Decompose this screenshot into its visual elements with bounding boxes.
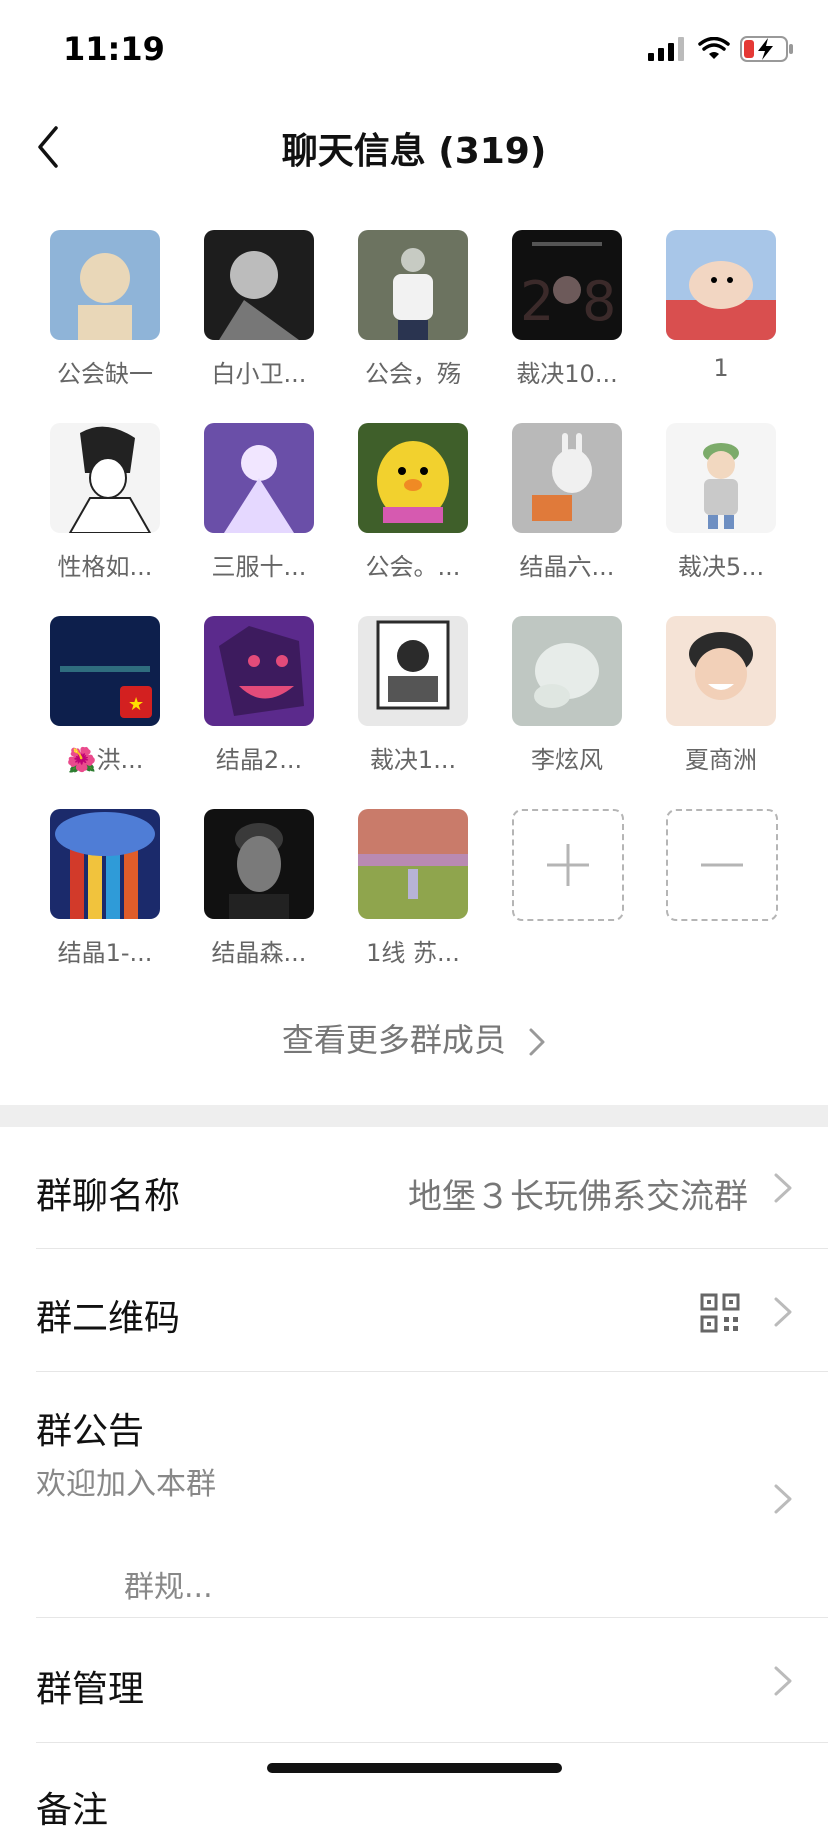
avatar[interactable]	[358, 423, 468, 533]
member-name: 公会。...	[365, 553, 461, 581]
avatar[interactable]: ★	[50, 616, 160, 726]
svg-text:8: 8	[582, 270, 616, 333]
member-item[interactable]: 李炫风	[492, 616, 642, 786]
group-name-row[interactable]: 群聊名称 地堡３长玩佛系交流群	[0, 1127, 828, 1249]
member-item[interactable]: 结晶2...	[184, 616, 334, 786]
member-name: 裁决1...	[369, 746, 457, 774]
member-item[interactable]: 28 裁决10...	[492, 230, 642, 400]
member-name: 结晶森...	[211, 939, 307, 967]
group-qr-row[interactable]: 群二维码	[0, 1249, 828, 1372]
chevron-right-icon	[774, 1666, 792, 1696]
announcement-label: 群公告	[36, 1411, 145, 1452]
member-name: 李炫风	[531, 746, 603, 774]
member-name: 三服十...	[211, 553, 307, 581]
chevron-right-icon	[529, 1028, 545, 1056]
member-item[interactable]: 1	[646, 230, 796, 400]
avatar[interactable]	[50, 230, 160, 340]
member-item[interactable]: 结晶森...	[184, 809, 334, 979]
member-name: 1线 苏...	[366, 939, 460, 967]
member-name: 结晶1-...	[57, 939, 153, 967]
nav-bar: 聊天信息 (319)	[0, 100, 828, 195]
signal-icon	[648, 37, 684, 61]
member-item[interactable]: 裁决1...	[338, 616, 488, 786]
avatar[interactable]	[50, 809, 160, 919]
member-name: 夏商洲	[685, 746, 757, 774]
member-name: 结晶六...	[519, 553, 615, 581]
chevron-right-icon	[774, 1484, 792, 1514]
svg-text:★: ★	[128, 694, 144, 715]
avatar[interactable]	[358, 809, 468, 919]
avatar[interactable]	[204, 809, 314, 919]
member-name: 1	[713, 354, 729, 382]
home-indicator[interactable]	[267, 1763, 562, 1773]
group-announcement-row[interactable]: 群公告 欢迎加入本群 群规...	[0, 1372, 828, 1618]
avatar[interactable]	[358, 616, 468, 726]
group-qr-label: 群二维码	[36, 1298, 181, 1339]
avatar[interactable]	[50, 423, 160, 533]
status-icons	[648, 36, 794, 62]
plus-icon	[547, 844, 589, 886]
wifi-icon	[698, 37, 730, 59]
remark-label: 备注	[36, 1790, 109, 1831]
view-more-label: 查看更多群成员	[281, 1021, 506, 1059]
member-item[interactable]: 公会。...	[338, 423, 488, 593]
add-member-button[interactable]	[492, 809, 642, 979]
remove-member-button[interactable]	[646, 809, 796, 979]
avatar[interactable]	[666, 423, 776, 533]
member-name: 结晶2...	[215, 746, 303, 774]
member-item[interactable]: ★ 🌺洪...	[30, 616, 180, 786]
avatar[interactable]	[512, 616, 622, 726]
add-member-box[interactable]	[512, 809, 624, 921]
member-item[interactable]: 1线 苏...	[338, 809, 488, 979]
section-divider	[0, 1105, 828, 1127]
announcement-line-1: 欢迎加入本群	[36, 1467, 216, 1502]
member-item[interactable]: 结晶1-...	[30, 809, 180, 979]
member-item[interactable]: 公会，殇	[338, 230, 488, 400]
status-bar: 11:19	[0, 0, 828, 100]
member-name: 裁决5...	[677, 553, 765, 581]
group-manage-row[interactable]: 群管理	[0, 1618, 828, 1743]
member-item[interactable]: 性格如...	[30, 423, 180, 593]
avatar[interactable]	[358, 230, 468, 340]
avatar[interactable]	[512, 423, 622, 533]
member-item[interactable]: 夏商洲	[646, 616, 796, 786]
member-name: 白小卫...	[211, 360, 307, 388]
battery-charging-icon	[740, 36, 793, 62]
status-time: 11:19	[63, 30, 165, 68]
qr-code-icon	[700, 1293, 740, 1333]
member-name: 🌺洪...	[66, 746, 144, 774]
member-item[interactable]: 结晶六...	[492, 423, 642, 593]
member-name: 性格如...	[57, 553, 153, 581]
remove-member-box[interactable]	[666, 809, 778, 921]
manage-label: 群管理	[36, 1669, 145, 1710]
member-name: 公会，殇	[365, 360, 461, 388]
avatar[interactable]	[204, 616, 314, 726]
svg-text:2: 2	[520, 270, 554, 333]
avatar[interactable]	[204, 423, 314, 533]
view-more-members[interactable]: 查看更多群成员	[0, 1015, 828, 1061]
avatar[interactable]: 28	[512, 230, 622, 340]
avatar[interactable]	[204, 230, 314, 340]
announcement-line-2: 群规...	[124, 1570, 213, 1605]
member-name: 裁决10...	[516, 360, 618, 388]
chevron-right-icon	[774, 1173, 792, 1203]
member-item[interactable]: 公会缺一	[30, 230, 180, 400]
avatar[interactable]	[666, 616, 776, 726]
member-item[interactable]: 裁决5...	[646, 423, 796, 593]
group-name-label: 群聊名称	[36, 1176, 181, 1217]
chevron-right-icon	[774, 1297, 792, 1327]
page-title: 聊天信息 (319)	[281, 131, 547, 172]
avatar[interactable]	[666, 230, 776, 340]
member-name: 公会缺一	[57, 360, 153, 388]
member-item[interactable]: 三服十...	[184, 423, 334, 593]
group-name-value: 地堡３长玩佛系交流群	[408, 1177, 748, 1217]
minus-icon	[701, 863, 743, 867]
member-item[interactable]: 白小卫...	[184, 230, 334, 400]
